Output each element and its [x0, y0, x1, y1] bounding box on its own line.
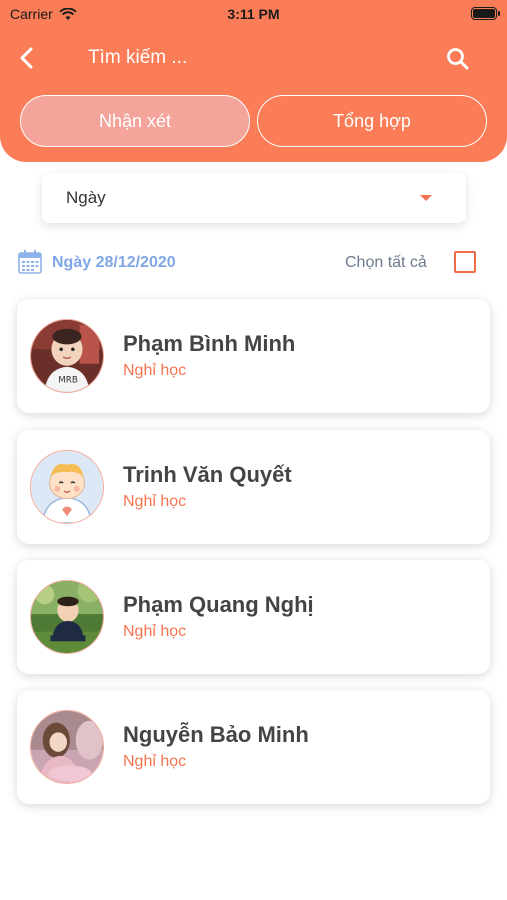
- student-name: Trinh Văn Quyết: [123, 462, 292, 487]
- select-all-label: Chọn tất cả: [345, 254, 427, 271]
- period-dropdown-value: Ngày: [66, 188, 106, 207]
- student-status: Nghỉ học: [123, 753, 187, 770]
- cartoon-baby-icon: [30, 450, 104, 524]
- calendar-icon[interactable]: [17, 249, 43, 275]
- header-bar: Carrier 3:11 PM Nhận xét Tổng hợp: [0, 0, 507, 162]
- period-dropdown[interactable]: Ngày: [42, 173, 466, 223]
- photo-baby-outdoor-icon: [30, 580, 104, 654]
- student-card[interactable]: Phạm Quang Nghị Nghỉ học: [17, 560, 490, 674]
- select-all-checkbox[interactable]: [454, 251, 476, 273]
- student-status: Nghỉ học: [123, 623, 187, 640]
- status-time: 3:11 PM: [227, 6, 280, 22]
- student-status: Nghỉ học: [123, 362, 187, 379]
- search-icon[interactable]: [445, 46, 471, 72]
- back-arrow-icon[interactable]: [16, 46, 40, 70]
- student-name: Nguyễn Bảo Minh: [123, 722, 309, 747]
- photo-baby-icon: MRB: [30, 319, 104, 393]
- student-card[interactable]: Nguyễn Bảo Minh Nghỉ học: [17, 690, 490, 804]
- search-input[interactable]: [88, 44, 418, 72]
- student-name: Phạm Bình Minh: [123, 331, 296, 356]
- selected-date[interactable]: Ngày 28/12/2020: [52, 254, 176, 272]
- photo-girl-icon: [30, 710, 104, 784]
- tab-bar: Nhận xét Tổng hợp: [20, 95, 487, 147]
- nav-row: [0, 38, 507, 78]
- student-name: Phạm Quang Nghị: [123, 592, 314, 617]
- tab-nhan-xet[interactable]: Nhận xét: [20, 95, 250, 147]
- student-card[interactable]: Trinh Văn Quyết Nghỉ học: [17, 430, 490, 544]
- student-card[interactable]: MRB Phạm Bình Minh Nghỉ học: [17, 299, 490, 413]
- date-row: Ngày 28/12/2020 Chọn tất cả: [0, 248, 507, 278]
- student-status: Nghỉ học: [123, 493, 187, 510]
- caret-down-icon: [420, 195, 432, 201]
- status-bar: Carrier 3:11 PM: [0, 0, 507, 28]
- battery-icon: [471, 7, 500, 20]
- svg-text:MRB: MRB: [58, 375, 78, 385]
- tab-tong-hop[interactable]: Tổng hợp: [257, 95, 487, 147]
